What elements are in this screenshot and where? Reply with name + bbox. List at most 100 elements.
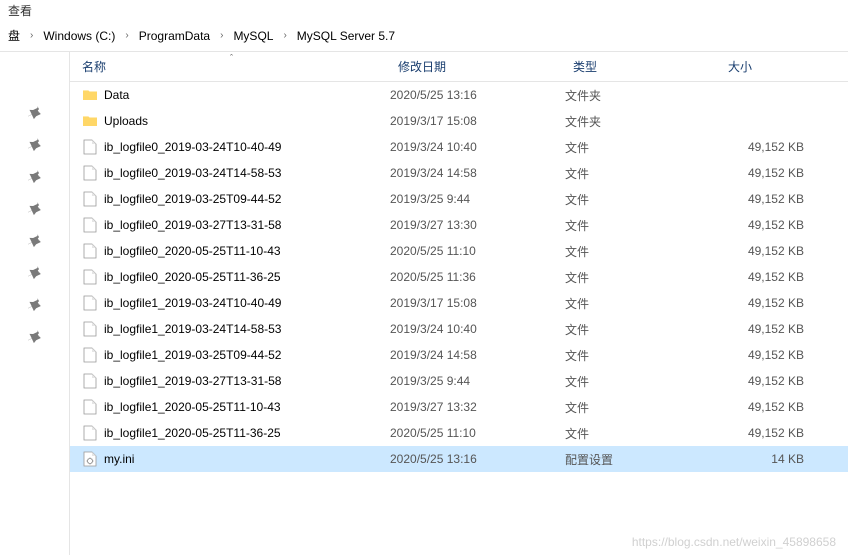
file-icon <box>82 321 98 337</box>
file-icon <box>82 399 98 415</box>
file-icon <box>82 347 98 363</box>
chevron-right-icon: › <box>121 30 132 41</box>
column-headers: ˆ 名称 修改日期 类型 大小 <box>70 52 848 82</box>
file-name: ib_logfile0_2019-03-25T09-44-52 <box>104 192 281 206</box>
file-name: my.ini <box>104 452 134 466</box>
file-icon <box>82 165 98 181</box>
pin-icon[interactable] <box>28 138 42 152</box>
file-type: 配置设置 <box>565 451 720 468</box>
file-type: 文件 <box>565 243 720 260</box>
breadcrumb-item[interactable]: 盘 <box>4 25 24 46</box>
file-type: 文件 <box>565 425 720 442</box>
file-name: ib_logfile0_2020-05-25T11-36-25 <box>104 270 281 284</box>
file-type: 文件 <box>565 321 720 338</box>
file-row[interactable]: ib_logfile0_2019-03-24T10-40-49 2019/3/24… <box>70 134 848 160</box>
file-date: 2019/3/25 9:44 <box>390 192 565 206</box>
breadcrumb-item[interactable]: ProgramData <box>135 27 214 45</box>
file-name: ib_logfile1_2020-05-25T11-10-43 <box>104 400 281 414</box>
file-size: 49,152 KB <box>720 322 820 336</box>
file-type: 文件 <box>565 347 720 364</box>
file-type: 文件 <box>565 399 720 416</box>
file-icon <box>82 243 98 259</box>
file-type: 文件 <box>565 373 720 390</box>
file-icon <box>82 191 98 207</box>
file-date: 2019/3/24 10:40 <box>390 322 565 336</box>
sort-indicator-icon: ˆ <box>230 53 233 63</box>
pin-icon[interactable] <box>28 298 42 312</box>
file-date: 2020/5/25 11:10 <box>390 426 565 440</box>
file-row[interactable]: ib_logfile1_2019-03-24T10-40-492019/3/17… <box>70 290 848 316</box>
file-row[interactable]: ib_logfile1_2019-03-27T13-31-582019/3/25… <box>70 368 848 394</box>
file-type: 文件 <box>565 165 720 182</box>
file-name: ib_logfile1_2020-05-25T11-36-25 <box>104 426 281 440</box>
file-date: 2019/3/27 13:30 <box>390 218 565 232</box>
file-icon <box>82 139 98 155</box>
breadcrumb: 盘›Windows (C:)›ProgramData›MySQL›MySQL S… <box>0 20 848 52</box>
file-row[interactable]: ib_logfile0_2019-03-27T13-31-582019/3/27… <box>70 212 848 238</box>
column-header-type[interactable]: 类型 <box>565 58 720 75</box>
file-size: 49,152 KB <box>720 296 820 310</box>
file-type: 文件 <box>565 217 720 234</box>
breadcrumb-item[interactable]: Windows (C:) <box>39 27 119 45</box>
file-row[interactable]: ib_logfile0_2020-05-25T11-10-43 2020/5/25… <box>70 238 848 264</box>
file-row[interactable]: my.ini2020/5/25 13:16配置设置14 KB <box>70 446 848 472</box>
file-name: Data <box>104 88 129 102</box>
folder-row[interactable]: Uploads2019/3/17 15:08文件夹 <box>70 108 848 134</box>
file-row[interactable]: ib_logfile1_2019-03-24T14-58-53 2019/3/24… <box>70 316 848 342</box>
file-date: 2019/3/24 14:58 <box>390 166 565 180</box>
file-date: 2019/3/17 15:08 <box>390 296 565 310</box>
file-date: 2020/5/25 13:16 <box>390 452 565 466</box>
file-size: 49,152 KB <box>720 244 820 258</box>
file-row[interactable]: ib_logfile1_2020-05-25T11-10-43 2019/3/27… <box>70 394 848 420</box>
file-type: 文件 <box>565 269 720 286</box>
chevron-right-icon: › <box>26 30 37 41</box>
file-date: 2019/3/24 10:40 <box>390 140 565 154</box>
file-type: 文件 <box>565 295 720 312</box>
file-icon <box>82 217 98 233</box>
pin-icon[interactable] <box>28 106 42 120</box>
file-row[interactable]: ib_logfile0_2020-05-25T11-36-25 2020/5/25… <box>70 264 848 290</box>
menu-label[interactable]: 查看 <box>8 4 32 18</box>
file-size: 49,152 KB <box>720 140 820 154</box>
file-date: 2019/3/27 13:32 <box>390 400 565 414</box>
breadcrumb-item[interactable]: MySQL Server 5.7 <box>293 27 399 45</box>
file-name: ib_logfile0_2019-03-24T14-58-53 <box>104 166 281 180</box>
file-size: 49,152 KB <box>720 218 820 232</box>
file-list: Data2020/5/25 13:16文件夹Uploads2019/3/17 1… <box>70 82 848 472</box>
file-size: 49,152 KB <box>720 400 820 414</box>
file-date: 2020/5/25 11:10 <box>390 244 565 258</box>
quick-access-sidebar <box>0 52 70 555</box>
file-date: 2020/5/25 11:36 <box>390 270 565 284</box>
file-size: 49,152 KB <box>720 374 820 388</box>
file-icon <box>82 373 98 389</box>
menu-bar: 查看 <box>0 0 848 20</box>
file-date: 2019/3/17 15:08 <box>390 114 565 128</box>
pin-icon[interactable] <box>28 330 42 344</box>
file-row[interactable]: ib_logfile0_2019-03-24T14-58-53 2019/3/24… <box>70 160 848 186</box>
chevron-right-icon: › <box>216 30 227 41</box>
folder-row[interactable]: Data2020/5/25 13:16文件夹 <box>70 82 848 108</box>
file-row[interactable]: ib_logfile1_2020-05-25T11-36-25 2020/5/25… <box>70 420 848 446</box>
file-row[interactable]: ib_logfile1_2019-03-25T09-44-52 2019/3/24… <box>70 342 848 368</box>
pin-icon[interactable] <box>28 170 42 184</box>
file-size: 49,152 KB <box>720 426 820 440</box>
pin-icon[interactable] <box>28 266 42 280</box>
column-header-size[interactable]: 大小 <box>720 58 820 75</box>
file-date: 2019/3/24 14:58 <box>390 348 565 362</box>
pin-icon[interactable] <box>28 234 42 248</box>
breadcrumb-item[interactable]: MySQL <box>229 27 277 45</box>
file-name: ib_logfile1_2019-03-24T14-58-53 <box>104 322 281 336</box>
file-name: ib_logfile0_2019-03-24T10-40-49 <box>104 140 281 154</box>
file-name: ib_logfile1_2019-03-25T09-44-52 <box>104 348 281 362</box>
file-size: 49,152 KB <box>720 348 820 362</box>
file-type: 文件 <box>565 139 720 156</box>
folder-icon <box>82 87 98 103</box>
file-row[interactable]: ib_logfile0_2019-03-25T09-44-52 2019/3/25… <box>70 186 848 212</box>
file-name: ib_logfile0_2020-05-25T11-10-43 <box>104 244 281 258</box>
file-size: 49,152 KB <box>720 166 820 180</box>
file-type: 文件夹 <box>565 113 720 130</box>
file-date: 2020/5/25 13:16 <box>390 88 565 102</box>
file-date: 2019/3/25 9:44 <box>390 374 565 388</box>
pin-icon[interactable] <box>28 202 42 216</box>
column-header-date[interactable]: 修改日期 <box>390 58 565 75</box>
